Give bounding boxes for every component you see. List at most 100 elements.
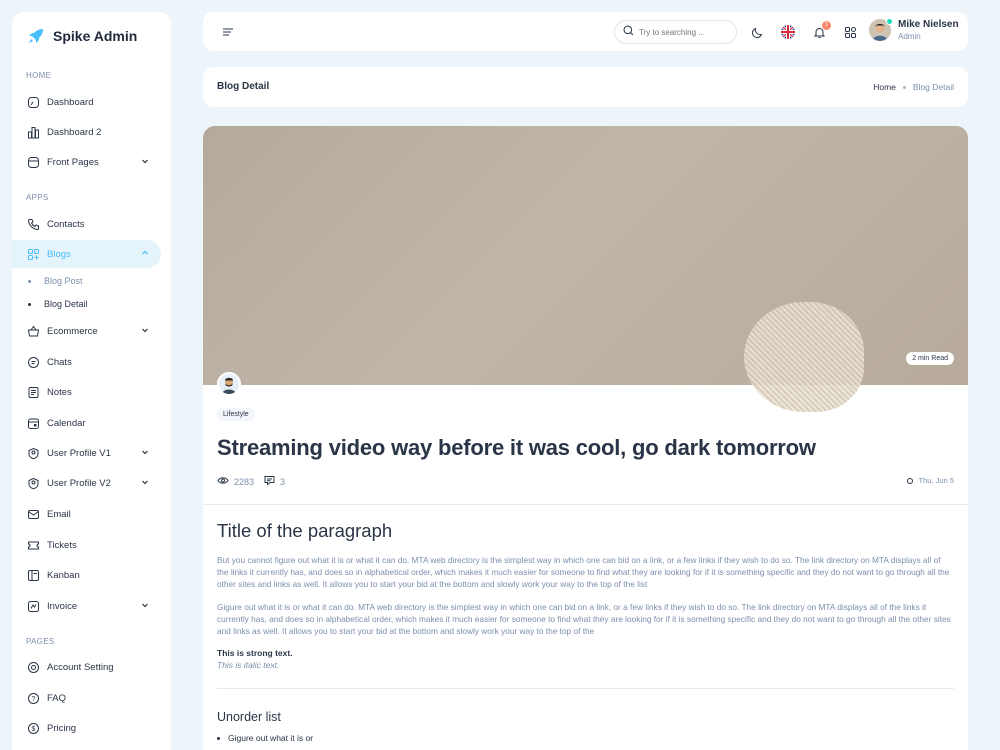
comments-count: 3	[280, 476, 286, 487]
sidebar-item-label: Chats	[47, 356, 72, 368]
sidebar-item-dashboard-2[interactable]: Dashboard 2	[12, 118, 161, 146]
list-item-text: Gigure out what it is or	[228, 733, 314, 743]
app-window-icon	[26, 155, 40, 169]
calendar-icon	[26, 416, 40, 430]
settings-circle-icon	[26, 660, 40, 674]
section-divider	[203, 504, 968, 505]
ticket-icon	[26, 538, 40, 552]
brand-name: Spike Admin	[53, 28, 138, 44]
sidebar-item-calendar[interactable]: Calendar	[12, 409, 161, 437]
user-circle-icon	[26, 476, 40, 490]
sidebar-item-pricing[interactable]: $ Pricing	[12, 714, 161, 742]
online-status-dot	[886, 18, 893, 25]
sidebar-item-contacts[interactable]: Contacts	[12, 210, 161, 238]
sidebar-item-label: Kanban	[47, 569, 80, 581]
aperture-icon	[26, 95, 40, 109]
search-box[interactable]	[614, 20, 737, 44]
search-input[interactable]	[639, 27, 731, 37]
bullet-dot	[28, 279, 31, 283]
blog-detail-card: 2 min Read Lifestyle Streaming video way…	[203, 126, 968, 750]
paragraph-2: Gigure out what it is or what it can do.…	[217, 602, 951, 636]
topbar: 1 Mike Nielsen Admin	[203, 12, 968, 51]
search-icon	[623, 23, 634, 41]
sidebar-item-notes[interactable]: Notes	[12, 378, 161, 406]
mail-icon	[26, 507, 40, 521]
sidebar-item-kanban[interactable]: Kanban	[12, 561, 161, 589]
paragraph-heading: Title of the paragraph	[217, 520, 393, 541]
sidebar-item-label: User Profile V1	[47, 447, 111, 459]
category-tag[interactable]: Lifestyle	[217, 408, 255, 421]
user-avatar-wrap	[869, 18, 893, 41]
chevron-down-icon	[141, 448, 149, 459]
svg-text:?: ?	[31, 696, 35, 703]
article-stats: 2283 3	[217, 475, 295, 488]
sidebar-item-account-setting[interactable]: Account Setting	[12, 653, 161, 681]
sidebar-subitem-blog-detail[interactable]: Blog Detail	[28, 299, 88, 309]
sidebar-item-user-profile-v1[interactable]: User Profile V1	[12, 439, 161, 467]
bullet-dot	[28, 302, 31, 306]
apps-icon[interactable]	[842, 24, 858, 40]
sidebar-item-user-profile-v2[interactable]: User Profile V2	[12, 469, 161, 497]
flag-uk-icon[interactable]	[780, 24, 796, 40]
moon-icon[interactable]	[749, 24, 765, 40]
eye-icon	[217, 476, 229, 487]
message-icon	[26, 355, 40, 369]
paragraph-1: But you cannot figure out what it is or …	[217, 555, 950, 589]
sidebar: Spike Admin HOME Dashboard Dashboard 2 F…	[12, 12, 171, 750]
sidebar-item-label: Tickets	[47, 539, 77, 551]
apps-grid-icon	[26, 247, 40, 261]
content-divider	[217, 688, 954, 689]
menu-toggle-icon[interactable]	[220, 24, 236, 40]
invoice-icon	[26, 599, 40, 613]
sidebar-item-label: Front Pages	[47, 156, 99, 168]
sidebar-item-label: Ecommerce	[47, 325, 98, 337]
breadcrumb-home-link[interactable]: Home	[873, 82, 896, 92]
section-label-apps: APPS	[26, 193, 49, 202]
chevron-up-icon	[141, 249, 149, 260]
kanban-icon	[26, 568, 40, 582]
notes-icon	[26, 385, 40, 399]
rocket-icon	[29, 29, 43, 43]
read-time-badge: 2 min Read	[906, 352, 954, 365]
author-avatar[interactable]	[217, 372, 241, 396]
sidebar-item-ecommerce[interactable]: Ecommerce	[12, 317, 161, 345]
page-header: Blog Detail Home Blog Detail	[203, 67, 968, 107]
sidebar-item-faq[interactable]: ? FAQ	[12, 684, 161, 712]
sidebar-subitem-label: Blog Post	[44, 276, 83, 286]
user-menu[interactable]: Mike Nielsen Admin	[869, 18, 959, 41]
article-title: Streaming video way before it was cool, …	[217, 435, 816, 460]
list-heading: Unorder list	[217, 710, 281, 724]
breadcrumb-separator	[902, 85, 906, 89]
cover-image	[203, 126, 968, 412]
bell-icon[interactable]: 1	[811, 21, 831, 40]
user-role: Admin	[898, 32, 921, 41]
brand-logo[interactable]: Spike Admin	[26, 23, 137, 49]
help-icon: ?	[26, 691, 40, 705]
italic-text: This is italic text.	[217, 660, 280, 670]
sidebar-item-invoice[interactable]: Invoice	[12, 592, 161, 620]
publish-date: Thu, Jun 5	[906, 476, 954, 485]
comment-icon	[264, 475, 275, 488]
sidebar-item-label: Account Setting	[47, 661, 114, 673]
svg-text:$: $	[31, 726, 35, 733]
sidebar-item-email[interactable]: Email	[12, 500, 161, 528]
phone-icon	[26, 217, 40, 231]
sidebar-item-label: Invoice	[47, 600, 78, 612]
sidebar-item-label: Contacts	[47, 218, 85, 230]
chart-bars-icon	[26, 125, 40, 139]
sidebar-item-label: Dashboard	[47, 96, 94, 108]
sidebar-item-blogs[interactable]: Blogs	[12, 240, 161, 268]
circle-icon	[906, 477, 913, 484]
list-item: Gigure out what it is or	[217, 733, 313, 743]
cover-image-texture	[744, 302, 864, 412]
page-title: Blog Detail	[217, 81, 270, 92]
sidebar-subitem-blog-post[interactable]: Blog Post	[28, 276, 83, 286]
sidebar-item-front-pages[interactable]: Front Pages	[12, 148, 161, 176]
section-label-home: HOME	[26, 71, 52, 80]
sidebar-item-dashboard[interactable]: Dashboard	[12, 88, 161, 116]
breadcrumb-current: Blog Detail	[912, 82, 954, 92]
sidebar-item-chats[interactable]: Chats	[12, 348, 161, 376]
chevron-down-icon	[141, 326, 149, 337]
sidebar-item-tickets[interactable]: Tickets	[12, 531, 161, 559]
chevron-down-icon	[141, 601, 149, 612]
